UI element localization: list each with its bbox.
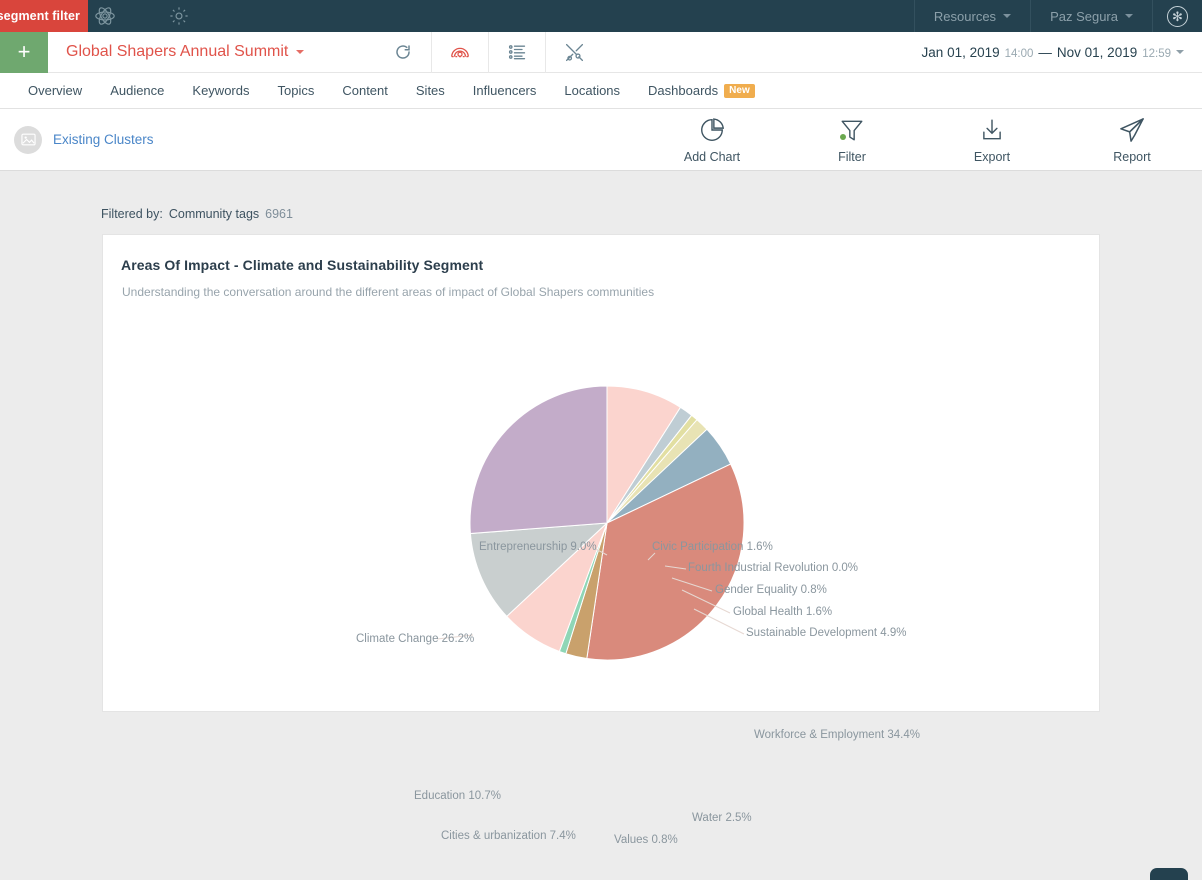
- pie-slice-label: Global Health 1.6%: [733, 606, 833, 618]
- pie-slice-label: Fourth Industrial Revolution 0.0%: [688, 562, 859, 574]
- main-content-area: Filtered by: Community tags 6961 Areas O…: [0, 207, 1202, 880]
- star-circle-icon: ✻: [1167, 5, 1188, 27]
- chevron-down-icon: [1003, 14, 1012, 18]
- add-chart-button[interactable]: Add Chart: [642, 115, 782, 164]
- tab-label: Dashboards: [648, 83, 719, 98]
- main-tab-bar: Overview Audience Keywords Topics Content Sit…: [0, 73, 1202, 109]
- chat-widget-button[interactable]: [1150, 868, 1188, 880]
- date-end: Nov 01, 2019: [1056, 44, 1138, 60]
- tab-dashboards[interactable]: Dashboards New: [634, 73, 769, 109]
- user-label: Paz Segura: [1050, 8, 1118, 24]
- tab-keywords[interactable]: Keywords: [178, 73, 263, 109]
- pie-slice-label: Entrepreneurship 9.0%: [479, 541, 597, 553]
- tools-icon[interactable]: [545, 31, 602, 73]
- pie-slice-label: Values 0.8%: [614, 834, 678, 846]
- tab-label: Locations: [564, 83, 621, 98]
- image-icon: [14, 125, 42, 154]
- tab-label: Influencers: [472, 83, 537, 98]
- date-start: Jan 01, 2019: [921, 44, 1000, 60]
- chart-action-bar: Existing Clusters Add Chart Filter Expor…: [0, 109, 1202, 171]
- tab-topics[interactable]: Topics: [263, 73, 328, 109]
- resources-menu[interactable]: Resources: [913, 0, 1030, 32]
- tab-label: Sites: [415, 83, 445, 98]
- chart-card: Areas Of Impact - Climate and Sustainabi…: [102, 234, 1100, 846]
- filter-summary: Filtered by: Community tags 6961: [101, 207, 1202, 221]
- atom-icon[interactable]: [92, 3, 118, 29]
- gear-icon[interactable]: [166, 3, 192, 29]
- existing-clusters-label: Existing Clusters: [53, 132, 154, 147]
- export-label: Export: [973, 150, 1011, 164]
- action-button-group: Add Chart Filter Export Report: [642, 115, 1202, 164]
- project-tools: [374, 31, 602, 73]
- topbar-right-group: Resources Paz Segura ✻: [913, 0, 1202, 32]
- chevron-down-icon: [1125, 14, 1133, 18]
- add-segment-filter-tooltip[interactable]: dd segment filter: [0, 0, 88, 32]
- tab-content[interactable]: Content: [328, 73, 402, 109]
- filtered-by-label: Filtered by:: [101, 207, 163, 221]
- pie-chart[interactable]: Entrepreneurship 9.0% Civic Participation…: [103, 295, 1099, 846]
- filter-label: Filter: [838, 150, 866, 164]
- project-selector[interactable]: Global Shapers Annual Summit: [66, 43, 305, 61]
- tab-audience[interactable]: Audience: [96, 73, 178, 109]
- project-bar: + Global Shapers Annual Summit Jan 01, 2…: [0, 31, 1202, 73]
- download-icon: [979, 115, 1005, 145]
- date-range-dash: —: [1038, 44, 1052, 60]
- chart-title: Areas Of Impact - Climate and Sustainabi…: [121, 257, 484, 273]
- report-label: Report: [1113, 150, 1151, 164]
- tab-label: Audience: [110, 83, 165, 98]
- tab-label: Overview: [28, 83, 83, 98]
- pie-slice-label: Water 2.5%: [692, 812, 752, 824]
- new-badge: New: [724, 83, 755, 98]
- pie-svg: [436, 385, 745, 661]
- top-navigation-bar: dd segment filter Resources Paz Segura: [0, 0, 1202, 32]
- pie-slice-label: Workforce & Employment 34.4%: [754, 729, 920, 741]
- resources-label: Resources: [933, 8, 997, 24]
- speedometer-icon[interactable]: [431, 31, 488, 73]
- chevron-down-icon: [1176, 50, 1184, 54]
- paper-plane-icon: [1118, 115, 1146, 145]
- pie-slice-label: Civic Participation 1.6%: [652, 541, 773, 553]
- tab-label: Content: [342, 83, 388, 98]
- existing-clusters-button[interactable]: Existing Clusters: [14, 125, 154, 154]
- pie-slice-label: Cities & urbanization 7.4%: [441, 830, 576, 842]
- add-project-button[interactable]: +: [0, 31, 48, 73]
- tab-locations[interactable]: Locations: [550, 73, 634, 109]
- tab-label: Keywords: [192, 83, 250, 98]
- tab-label: Topics: [277, 83, 315, 98]
- filter-button[interactable]: Filter: [782, 115, 922, 164]
- filter-count: 6961: [265, 207, 293, 221]
- pie-slice-label: Gender Equality 0.8%: [715, 584, 827, 596]
- date-end-time: 12:59: [1142, 47, 1171, 60]
- user-menu[interactable]: Paz Segura: [1030, 0, 1152, 32]
- chevron-down-icon: [296, 50, 305, 54]
- export-button[interactable]: Export: [922, 115, 1062, 164]
- add-chart-label: Add Chart: [683, 150, 741, 164]
- list-icon[interactable]: [488, 31, 545, 73]
- tab-influencers[interactable]: Influencers: [459, 73, 551, 109]
- report-button[interactable]: Report: [1062, 115, 1202, 164]
- filter-name: Community tags: [168, 207, 260, 221]
- filter-active-indicator: [840, 134, 846, 140]
- brand-badge[interactable]: ✻: [1152, 0, 1202, 32]
- date-start-time: 14:00: [1004, 47, 1034, 60]
- pie-slice-label: Climate Change 26.2%: [356, 633, 475, 645]
- date-range-selector[interactable]: Jan 01, 2019 14:00 — Nov 01, 2019 12:59: [922, 45, 1184, 60]
- pie-slice-label: Education 10.7%: [414, 790, 501, 802]
- topbar-icon-group: [92, 3, 192, 29]
- pie-slice[interactable]: [469, 385, 608, 535]
- tab-sites[interactable]: Sites: [402, 73, 459, 109]
- pie-chart-icon: [698, 115, 726, 145]
- tab-overview[interactable]: Overview: [14, 73, 96, 109]
- project-name-label: Global Shapers Annual Summit: [66, 43, 289, 60]
- pie-slice-label: Sustainable Development 4.9%: [746, 627, 907, 639]
- funnel-icon: [839, 115, 865, 145]
- refresh-icon[interactable]: [374, 32, 431, 73]
